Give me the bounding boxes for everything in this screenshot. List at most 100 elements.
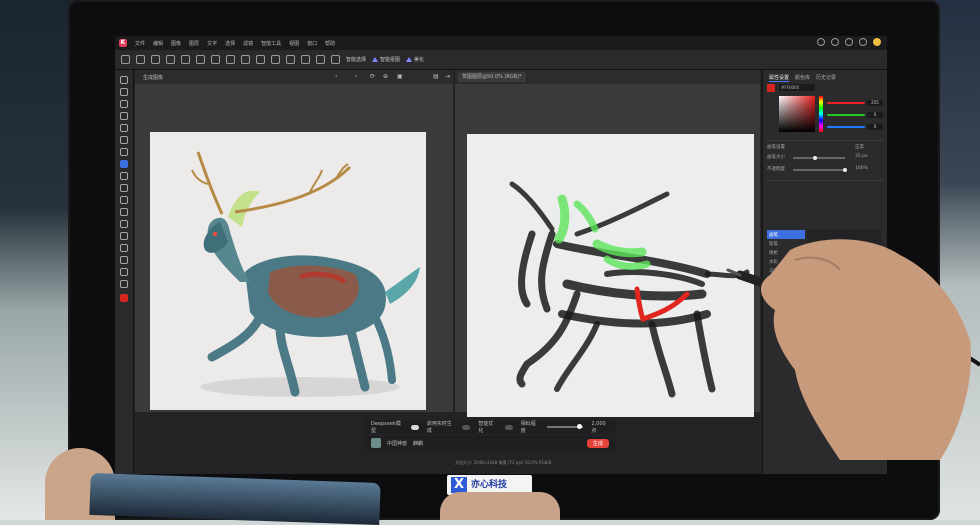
layers-icon[interactable] [316, 55, 325, 64]
tool-palette [115, 70, 134, 474]
prev-icon[interactable]: ‹ [335, 73, 337, 80]
similarity-slider-knob[interactable] [577, 424, 583, 429]
color-picker[interactable] [779, 96, 815, 132]
app-logo[interactable]: K [119, 39, 127, 47]
text-tool-icon[interactable] [120, 148, 128, 156]
green-value[interactable]: 0 [867, 112, 883, 118]
copy-icon[interactable] [181, 55, 190, 64]
style-label[interactable]: 中国神兽 [387, 440, 407, 447]
menubar: K 文件 编辑 图像 图层 文字 选择 滤镜 智能工具 视图 窗口 帮助 [115, 36, 887, 50]
menu-help[interactable]: 帮助 [325, 40, 335, 47]
redo-icon[interactable] [226, 55, 235, 64]
notification-icon[interactable] [859, 38, 867, 46]
menu-view[interactable]: 视图 [289, 40, 299, 47]
tab-sketch-layer[interactable]: 草图图层@50.0% (RGB)* [458, 72, 526, 82]
blue-slider[interactable] [827, 126, 865, 128]
left-canvas[interactable] [135, 84, 453, 412]
similarity-slider[interactable] [547, 424, 584, 429]
brush-size-value[interactable]: 35 px [855, 154, 868, 159]
grid-icon[interactable] [271, 55, 280, 64]
tab-color-library[interactable]: 颜色库 [795, 74, 810, 82]
prompt-text[interactable]: 麒麟 [413, 440, 423, 447]
blend-mode-select[interactable]: 正常 [855, 144, 864, 150]
settings-icon[interactable] [831, 38, 839, 46]
dodge-tool-icon[interactable] [120, 232, 128, 240]
menu-window[interactable]: 窗口 [307, 40, 317, 47]
avatar[interactable] [873, 38, 881, 46]
hex-input[interactable]: #FF0000 [779, 84, 815, 91]
red-value[interactable]: 255 [867, 100, 883, 106]
mail-icon[interactable] [817, 38, 825, 46]
smart-select-button[interactable]: 智能选择 [346, 56, 366, 63]
gradient-tool-icon[interactable] [120, 208, 128, 216]
current-color-swatch[interactable] [767, 84, 775, 92]
tab-properties[interactable]: 属性设置 [769, 74, 790, 82]
model-label: Deepseek模型 [371, 421, 401, 434]
move-tool-icon[interactable] [120, 76, 128, 84]
brush-tool-icon[interactable] [120, 160, 128, 168]
crop-icon[interactable] [241, 55, 250, 64]
menu-text[interactable]: 文字 [207, 40, 217, 47]
crop-tool-icon[interactable] [120, 124, 128, 132]
export-image-icon[interactable]: ⇥ [445, 73, 450, 80]
adjust-icon[interactable] [331, 55, 340, 64]
help-icon[interactable] [845, 38, 853, 46]
divider [767, 140, 883, 141]
menu-select[interactable]: 选择 [225, 40, 235, 47]
tab-history[interactable]: 历史记录 [816, 74, 836, 82]
blur-tool-icon[interactable] [120, 220, 128, 228]
model-toggle[interactable] [410, 424, 419, 430]
zoom-icon[interactable]: ⊕ [383, 73, 388, 80]
menu-smart-tools[interactable]: 智能工具 [261, 40, 281, 47]
green-slider[interactable] [827, 114, 865, 116]
link-icon[interactable] [301, 55, 310, 64]
image-icon[interactable] [286, 55, 295, 64]
refresh-icon[interactable]: ⟳ [370, 73, 375, 80]
hand-tool-icon[interactable] [120, 268, 128, 276]
style-thumbnail[interactable] [371, 438, 381, 448]
blue-value[interactable]: 0 [867, 124, 883, 130]
transform-icon[interactable] [256, 55, 265, 64]
smart-cutout-button[interactable]: 智能抠图 [372, 56, 400, 63]
red-slider[interactable] [827, 102, 865, 104]
hue-slider[interactable] [819, 96, 823, 132]
toolbar: 智能选择 智能抠图 美化 [115, 50, 887, 70]
magic-wand-icon[interactable] [120, 112, 128, 120]
eraser-tool-icon[interactable] [120, 184, 128, 192]
export-icon[interactable] [166, 55, 175, 64]
menu-file[interactable]: 文件 [135, 40, 145, 47]
paste-icon[interactable] [196, 55, 205, 64]
beautify-button[interactable]: 美化 [406, 56, 424, 63]
new-icon[interactable] [121, 55, 130, 64]
ai-icon [406, 57, 413, 62]
opacity-value[interactable]: 100% [855, 166, 868, 171]
pen-tool-icon[interactable] [120, 244, 128, 252]
image-icon[interactable]: ▣ [397, 73, 403, 80]
fill-tool-icon[interactable] [120, 196, 128, 204]
undo-icon[interactable] [211, 55, 220, 64]
generate-button[interactable]: 生成 [586, 438, 609, 448]
realtime-toggle[interactable] [462, 424, 471, 430]
shape-tool-icon[interactable] [120, 256, 128, 264]
optimize-toggle[interactable] [504, 424, 513, 430]
foreground-color-icon[interactable] [120, 294, 128, 302]
menu-filter[interactable]: 滤镜 [243, 40, 253, 47]
open-icon[interactable] [136, 55, 145, 64]
menu-layer[interactable]: 图层 [189, 40, 199, 47]
eyedropper-icon[interactable] [120, 136, 128, 144]
brush-size-knob[interactable] [813, 156, 817, 160]
pencil-tool-icon[interactable] [120, 172, 128, 180]
lasso-tool-icon[interactable] [120, 100, 128, 108]
next-icon[interactable]: › [355, 73, 357, 80]
save-icon[interactable] [151, 55, 160, 64]
select-tool-icon[interactable] [120, 88, 128, 96]
generation-options-bar: Deepseek模型 启用实时生成 智能优化 相似程度 2,000点 [365, 420, 615, 434]
brush-settings-heading: 画笔设置 [767, 145, 785, 150]
brush-size-slider[interactable] [793, 157, 845, 159]
save-image-icon[interactable]: ▤ [433, 73, 439, 80]
menu-image[interactable]: 图像 [171, 40, 181, 47]
menu-edit[interactable]: 编辑 [153, 40, 163, 47]
opacity-knob[interactable] [843, 168, 847, 172]
opacity-slider[interactable] [793, 169, 845, 171]
zoom-tool-icon[interactable] [120, 280, 128, 288]
